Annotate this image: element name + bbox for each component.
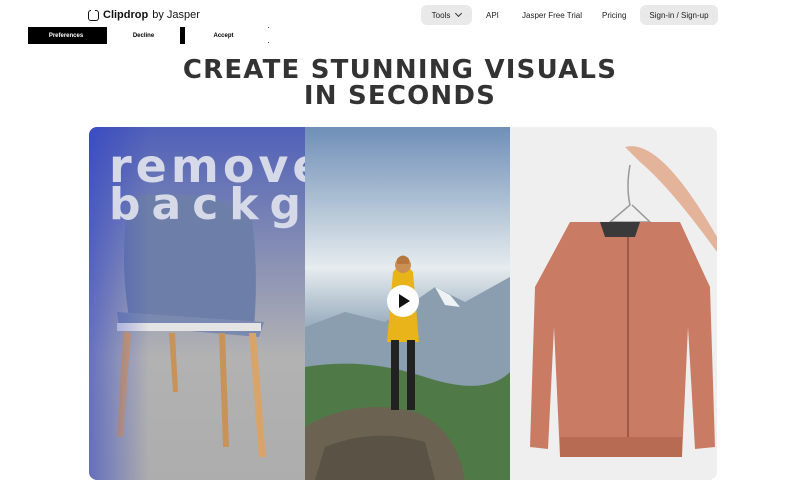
cookie-decline-button[interactable]: Decline xyxy=(104,27,180,44)
video-text-background: background xyxy=(109,179,305,230)
play-icon xyxy=(399,294,410,308)
main-nav: Tools API Jasper Free Trial Pricing Sign… xyxy=(421,5,718,25)
jacket-image xyxy=(510,127,717,480)
sign-in-button[interactable]: Sign-in / Sign-up xyxy=(640,5,718,25)
page-title-line-1: CREATE STUNNING VISUALS xyxy=(182,55,618,85)
chair-image: remove background xyxy=(89,127,305,480)
jacket-illustration xyxy=(530,146,717,457)
hero-video[interactable]: remove background xyxy=(89,127,717,480)
cookie-accept-button[interactable]: Accept xyxy=(180,27,262,44)
page-title-line-2: IN SECONDS xyxy=(303,81,497,111)
page-title: CREATE STUNNING VISUALS IN SECONDS xyxy=(0,57,800,109)
clipdrop-logo-icon xyxy=(88,7,99,21)
cookie-divider xyxy=(268,25,269,45)
logo-name: Clipdrop xyxy=(103,9,149,21)
tools-dropdown-button[interactable]: Tools xyxy=(421,5,472,25)
tools-label: Tools xyxy=(431,10,451,20)
play-button[interactable] xyxy=(387,285,419,317)
nav-link-free-trial[interactable]: Jasper Free Trial xyxy=(522,11,582,20)
nav-link-api[interactable]: API xyxy=(486,11,499,20)
nav-link-pricing[interactable]: Pricing xyxy=(602,11,626,20)
cookie-preferences-button[interactable]: Preferences xyxy=(28,27,104,44)
chevron-down-icon xyxy=(455,9,463,18)
cookie-consent-bar: Preferences Decline Accept xyxy=(28,27,262,44)
logo[interactable]: Clipdrop by Jasper xyxy=(88,7,200,21)
logo-suffix: by Jasper xyxy=(152,9,200,21)
